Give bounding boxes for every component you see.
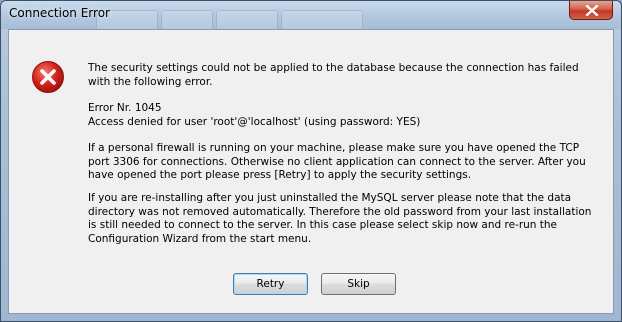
close-icon [585, 5, 599, 16]
skip-button[interactable]: Skip [321, 273, 396, 295]
title-bar[interactable]: Connection Error [1, 1, 621, 32]
dialog-window: Connection Error The security settings c… [0, 0, 622, 322]
dialog-content: The security settings could not be appli… [8, 29, 614, 314]
firewall-advice-paragraph: If a personal firewall is running on you… [88, 142, 586, 181]
error-code-text: Error Nr. 1045 Access denied for user 'r… [88, 102, 421, 128]
close-button[interactable] [569, 1, 613, 20]
error-message-paragraph: The security settings could not be appli… [88, 62, 579, 88]
retry-button[interactable]: Retry [233, 273, 308, 295]
reinstall-advice-paragraph: If you are re-installing after you just … [88, 192, 592, 245]
error-icon [32, 61, 64, 93]
window-title: Connection Error [9, 6, 110, 20]
